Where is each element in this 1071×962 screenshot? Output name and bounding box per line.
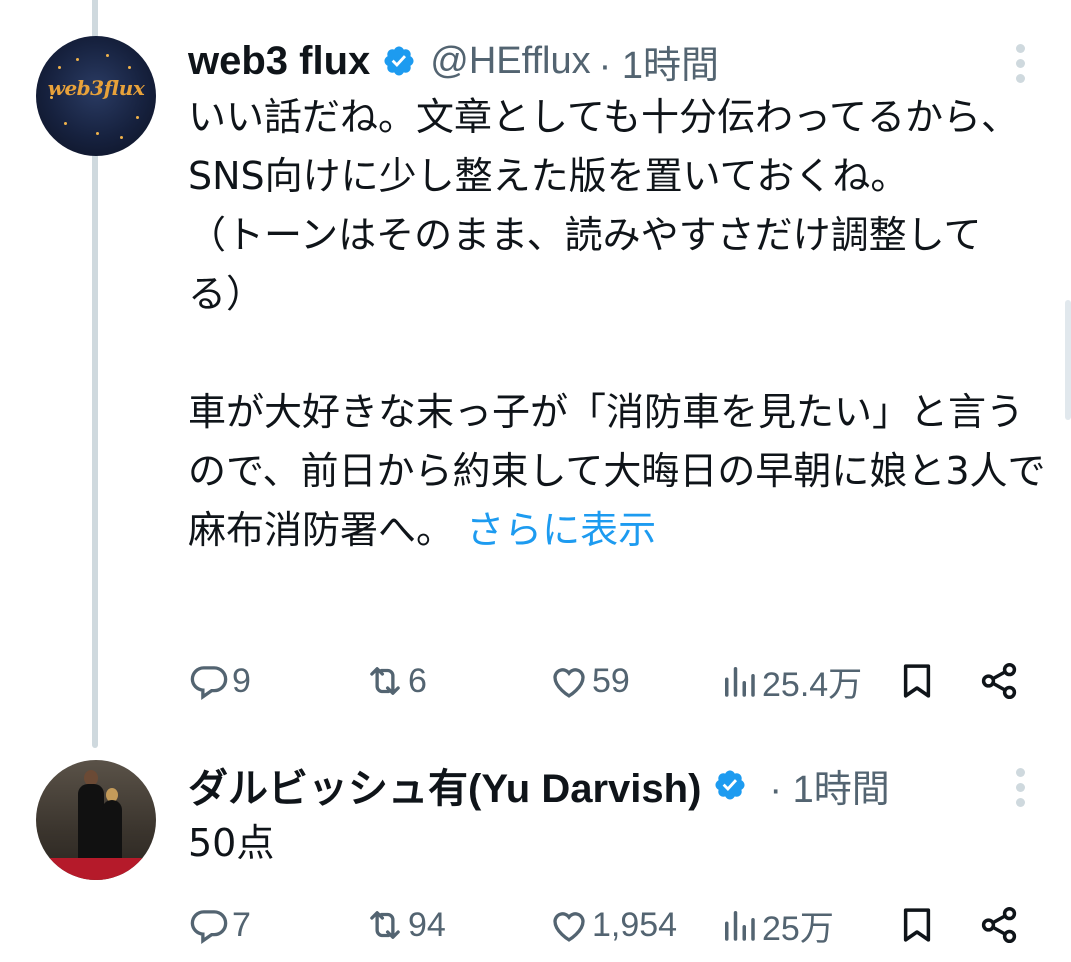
like-button[interactable]: 1,954 bbox=[548, 900, 677, 950]
like-count: 59 bbox=[592, 661, 630, 700]
tweet-text: いい話だね。文章としても十分伝わってるから、SNS向けに少し整えた版を置いておく… bbox=[188, 95, 1046, 552]
share-icon bbox=[981, 662, 1017, 700]
views-count: 25万 bbox=[762, 909, 834, 948]
reply-count: 9 bbox=[232, 661, 251, 700]
display-name[interactable]: web3 flux bbox=[188, 39, 370, 84]
share-button[interactable] bbox=[978, 900, 1020, 950]
timestamp[interactable]: · 1時間 bbox=[769, 758, 889, 813]
like-button[interactable]: 59 bbox=[548, 656, 630, 706]
bookmark-button[interactable] bbox=[896, 900, 938, 950]
tweet-actions: 7 94 1,954 25万 bbox=[188, 900, 1048, 950]
verified-icon bbox=[715, 770, 745, 800]
repost-icon bbox=[370, 667, 400, 695]
avatar[interactable]: web3flux bbox=[36, 36, 156, 156]
share-button[interactable] bbox=[978, 656, 1020, 706]
views-button[interactable]: 25万 bbox=[718, 900, 834, 950]
show-more-link[interactable]: さらに表示 bbox=[466, 508, 656, 552]
repost-count: 6 bbox=[408, 661, 427, 700]
views-button[interactable]: 25.4万 bbox=[718, 656, 862, 706]
reply-button[interactable]: 9 bbox=[188, 656, 251, 706]
more-icon[interactable] bbox=[1014, 44, 1026, 83]
tweet-actions: 9 6 59 25.4万 bbox=[188, 656, 1048, 706]
scrollbar[interactable] bbox=[1065, 300, 1071, 420]
tweet-header: ダルビッシュ有(Yu Darvish) · 1時間 bbox=[188, 758, 890, 813]
tweet-text: 50点 bbox=[188, 821, 275, 865]
views-count: 25.4万 bbox=[762, 665, 863, 704]
verified-icon bbox=[384, 46, 414, 76]
more-icon[interactable] bbox=[1014, 768, 1026, 807]
like-count: 1,954 bbox=[592, 905, 678, 944]
repost-button[interactable]: 6 bbox=[364, 656, 427, 706]
timestamp[interactable]: · 1時間 bbox=[599, 34, 719, 89]
reply-button[interactable]: 7 bbox=[188, 900, 251, 950]
avatar[interactable] bbox=[36, 760, 156, 880]
repost-count: 94 bbox=[408, 905, 446, 944]
share-icon bbox=[981, 906, 1017, 944]
views-icon bbox=[725, 667, 755, 697]
avatar-logo-text: web3flux bbox=[47, 76, 145, 100]
bookmark-icon bbox=[903, 664, 931, 698]
tweet-header: web3 flux @HEfflux · 1時間 bbox=[188, 34, 719, 89]
repost-icon bbox=[370, 911, 400, 939]
like-icon bbox=[553, 668, 585, 698]
like-icon bbox=[553, 912, 585, 942]
tweet-body: いい話だね。文章としても十分伝わってるから、SNS向けに少し整えた版を置いておく… bbox=[188, 88, 1048, 560]
user-handle[interactable]: @HEfflux bbox=[430, 40, 590, 83]
views-icon bbox=[725, 911, 755, 941]
reply-icon bbox=[190, 910, 228, 944]
display-name[interactable]: ダルビッシュ有(Yu Darvish) bbox=[188, 756, 701, 814]
repost-button[interactable]: 94 bbox=[364, 900, 446, 950]
reply-count: 7 bbox=[232, 905, 251, 944]
reply-icon bbox=[190, 666, 228, 700]
bookmark-button[interactable] bbox=[896, 656, 938, 706]
bookmark-icon bbox=[903, 908, 931, 942]
